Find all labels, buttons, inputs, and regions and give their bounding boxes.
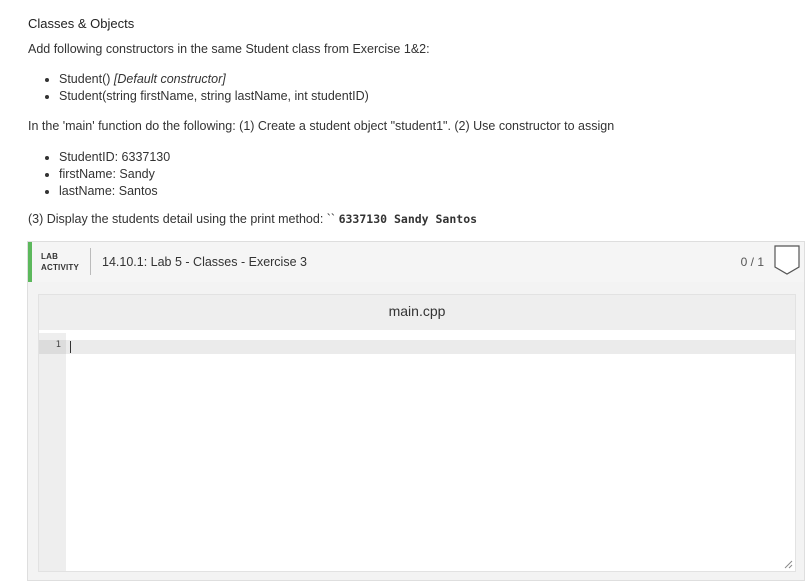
main-instructions: In the 'main' function do the following:… xyxy=(28,119,615,133)
problem-heading: Classes & Objects xyxy=(28,16,135,31)
code-editor: main.cpp 1 xyxy=(38,294,796,572)
display-instruction-text: (3) Display the students detail using th… xyxy=(28,212,339,226)
list-item: lastName: Santos xyxy=(59,183,170,200)
list-item: Student(string firstName, string lastNam… xyxy=(59,88,369,105)
lab-title: 14.10.1: Lab 5 - Classes - Exercise 3 xyxy=(102,255,307,269)
constructor-list: Student() [Default constructor] Student(… xyxy=(28,71,369,105)
display-instruction: (3) Display the students detail using th… xyxy=(28,212,477,226)
constructor-signature: Student(string firstName, string lastNam… xyxy=(59,89,369,103)
lab-header-divider xyxy=(90,248,91,275)
resize-handle-icon[interactable] xyxy=(784,560,793,569)
constructor-note: [Default constructor] xyxy=(113,72,226,86)
lab-tag-line2: ACTIVITY xyxy=(41,263,80,272)
completion-badge-icon xyxy=(774,245,800,275)
lab-activity-tag: LAB ACTIVITY xyxy=(41,251,79,273)
line-number-gutter: 1 xyxy=(39,333,66,571)
list-item: Student() [Default constructor] xyxy=(59,71,369,88)
field-list: StudentID: 6337130 firstName: Sandy last… xyxy=(28,149,170,200)
list-item: StudentID: 6337130 xyxy=(59,149,170,166)
expected-output: 6337130 Sandy Santos xyxy=(338,212,478,226)
problem-intro: Add following constructors in the same S… xyxy=(28,42,430,56)
line-number: 1 xyxy=(55,340,61,350)
lab-activity: LAB ACTIVITY 14.10.1: Lab 5 - Classes - … xyxy=(27,241,805,581)
list-item: firstName: Sandy xyxy=(59,166,170,183)
lab-header: LAB ACTIVITY 14.10.1: Lab 5 - Classes - … xyxy=(28,242,804,282)
lab-score: 0 / 1 xyxy=(740,255,764,269)
constructor-signature: Student() xyxy=(59,72,114,86)
text-cursor xyxy=(70,341,71,353)
file-tab-main-cpp[interactable]: main.cpp xyxy=(39,295,795,330)
code-input-area[interactable] xyxy=(66,333,795,571)
lab-tag-line1: LAB xyxy=(41,252,59,261)
